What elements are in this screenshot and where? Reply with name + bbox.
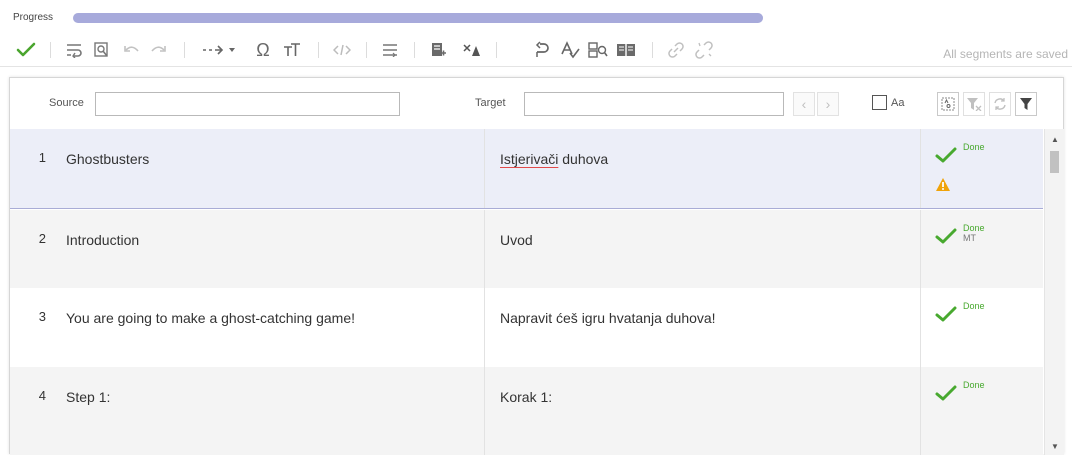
progress-fill [73, 13, 763, 23]
segment-number: 4 [38, 388, 46, 403]
segments-table: 1 Ghostbusters Istjerivači duhova Done 2… [10, 129, 1043, 455]
toolbar-separator [318, 42, 319, 58]
case-toggle-icon[interactable] [937, 92, 959, 116]
status-done-label: Done [963, 223, 985, 233]
next-match-button[interactable]: › [817, 92, 839, 116]
progress-label: Progress [13, 12, 54, 23]
segment-source: Introduction [54, 210, 485, 288]
insert-tag-icon[interactable] [198, 38, 244, 62]
special-char-omega-icon[interactable]: Ω [252, 38, 274, 62]
find-replace-icon[interactable] [90, 38, 114, 62]
concordance-icon[interactable] [586, 38, 610, 62]
lqa-icon[interactable] [458, 38, 484, 62]
refresh-filter-icon[interactable] [989, 92, 1011, 116]
vertical-scrollbar[interactable]: ▲ ▼ [1044, 129, 1064, 455]
segment-source: You are going to make a ghost-catching g… [54, 288, 485, 367]
scrollbar-thumb[interactable] [1050, 151, 1059, 173]
done-check-icon [935, 306, 957, 322]
filter-bar: Source Target ‹ › Aa [10, 78, 1063, 129]
segment-target[interactable]: Korak 1: [485, 367, 921, 455]
segment-target[interactable]: Uvod [485, 210, 921, 288]
add-note-icon[interactable] [426, 38, 450, 62]
segment-status: Done MT [921, 210, 1043, 288]
format-lines-icon[interactable] [378, 38, 402, 62]
save-status-text: All segments are saved [943, 47, 1068, 61]
tm-book-icon[interactable] [614, 38, 638, 62]
target-filter-label: Target [475, 97, 506, 109]
toolbar-separator [496, 42, 497, 58]
machine-translation-badge: MT [963, 233, 976, 243]
redo-icon[interactable] [146, 38, 170, 62]
done-check-icon [935, 228, 957, 244]
unlink-icon[interactable] [692, 38, 716, 62]
progress-bar-row: Progress [0, 0, 1072, 32]
revert-icon[interactable] [530, 38, 554, 62]
warning-icon[interactable] [935, 177, 951, 192]
text-size-icon[interactable] [280, 38, 304, 62]
segment-row-2[interactable]: 2 Introduction Uvod Done MT [10, 210, 1043, 288]
editor-toolbar: Ω All segments are saved [0, 33, 1072, 67]
status-done-label: Done [963, 142, 985, 152]
done-check-icon [935, 385, 957, 401]
wrap-text-icon[interactable] [62, 38, 86, 62]
link-icon[interactable] [664, 38, 688, 62]
segment-row-4[interactable]: 4 Step 1: Korak 1: Done [10, 367, 1043, 455]
segment-target[interactable]: Istjerivači duhova [485, 129, 921, 208]
undo-icon[interactable] [120, 38, 144, 62]
status-done-label: Done [963, 301, 985, 311]
segment-number: 2 [38, 231, 46, 246]
segment-status: Done [921, 288, 1043, 367]
source-filter-label: Source [49, 97, 84, 109]
match-case-checkbox[interactable] [872, 95, 887, 110]
match-case-label: Aa [891, 97, 905, 109]
toolbar-separator [184, 42, 185, 58]
clear-filter-icon[interactable] [963, 92, 985, 116]
confirm-check-icon[interactable] [14, 38, 38, 62]
segment-number: 3 [38, 309, 46, 324]
progress-track [73, 13, 763, 23]
toolbar-separator [366, 42, 367, 58]
segment-source: Ghostbusters [54, 129, 485, 208]
scroll-down-arrow-icon[interactable]: ▼ [1051, 442, 1059, 451]
code-tags-icon[interactable] [330, 38, 354, 62]
segment-editor-panel: Source Target ‹ › Aa 1 Ghostbusters Istj… [9, 77, 1064, 455]
toolbar-separator [652, 42, 653, 58]
segment-status: Done [921, 367, 1043, 455]
status-done-label: Done [963, 380, 985, 390]
segment-target[interactable]: Napravit ćeš igru hvatanja duhova! [485, 288, 921, 367]
scroll-up-arrow-icon[interactable]: ▲ [1051, 135, 1059, 144]
segment-row-1[interactable]: 1 Ghostbusters Istjerivači duhova Done [10, 129, 1043, 209]
toolbar-separator [414, 42, 415, 58]
segment-number: 1 [38, 150, 46, 165]
segment-row-3[interactable]: 3 You are going to make a ghost-catching… [10, 288, 1043, 367]
toolbar-separator [50, 42, 51, 58]
filter-icon[interactable] [1015, 92, 1037, 116]
source-filter-input[interactable] [95, 92, 400, 116]
target-text-rest: duhova [558, 151, 609, 167]
target-filter-input[interactable] [524, 92, 784, 116]
done-check-icon [935, 147, 957, 163]
segment-source: Step 1: [54, 367, 485, 455]
previous-match-button[interactable]: ‹ [793, 92, 815, 116]
misspelled-word[interactable]: Istjerivači [500, 151, 558, 167]
segment-status: Done [921, 129, 1043, 208]
spellcheck-icon[interactable] [558, 38, 582, 62]
